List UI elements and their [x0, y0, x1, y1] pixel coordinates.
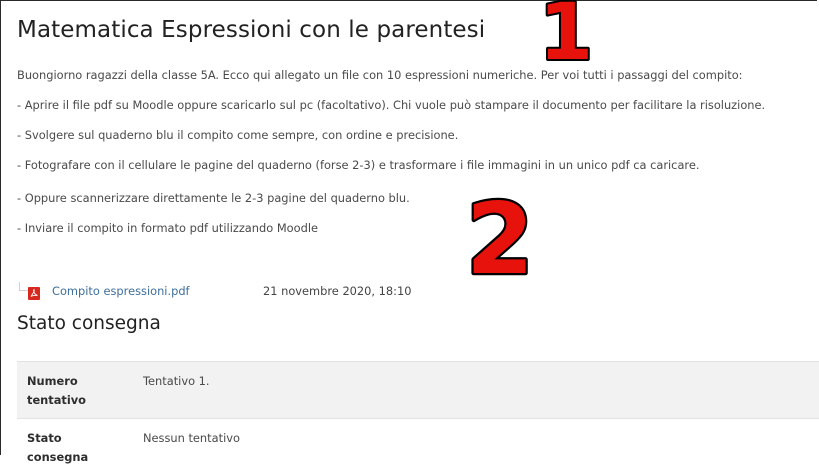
- row-label: Stato consegna: [27, 431, 89, 464]
- annotation-marker-2-label: 2: [468, 189, 532, 279]
- step-3-text: - Fotografare con il cellulare le pagine…: [17, 158, 700, 172]
- intro-text: Buongiorno ragazzi della classe 5A. Ecco…: [17, 68, 743, 82]
- annotation-marker-1: 1: [537, 0, 595, 63]
- step-5-text: - Inviare il compito in formato pdf util…: [17, 221, 319, 235]
- content-frame: Matematica Espressioni con le parentesi …: [0, 0, 819, 464]
- step-1-text: - Aprire il file pdf su Moodle oppure sc…: [17, 98, 766, 112]
- table-row: Numero tentativo Tentativo 1.: [17, 362, 819, 419]
- row-value: Nessun tentativo: [143, 431, 240, 445]
- tree-connector: [19, 282, 28, 291]
- attachment-date: 21 novembre 2020, 18:10: [263, 284, 412, 298]
- table-row: Stato consegna Nessun tentativo: [17, 419, 819, 464]
- annotation-marker-1-label: 1: [539, 0, 593, 63]
- page-title: Matematica Espressioni con le parentesi: [17, 17, 486, 43]
- submission-status-table: Numero tentativo Tentativo 1. Stato cons…: [17, 361, 819, 464]
- pdf-file-icon[interactable]: [28, 285, 40, 300]
- submission-status-title: Stato consegna: [17, 313, 161, 334]
- step-2-text: - Svolgere sul quaderno blu il compito c…: [17, 128, 459, 142]
- step-4-text: - Oppure scannerizzare direttamente le 2…: [17, 191, 410, 205]
- row-label: Numero tentativo: [27, 374, 87, 407]
- annotation-marker-2: 2: [468, 189, 532, 279]
- attachment-row: Compito espressioni.pdf 21 novembre 2020…: [19, 282, 519, 300]
- attachment-link[interactable]: Compito espressioni.pdf: [52, 284, 190, 298]
- row-value: Tentativo 1.: [143, 374, 210, 388]
